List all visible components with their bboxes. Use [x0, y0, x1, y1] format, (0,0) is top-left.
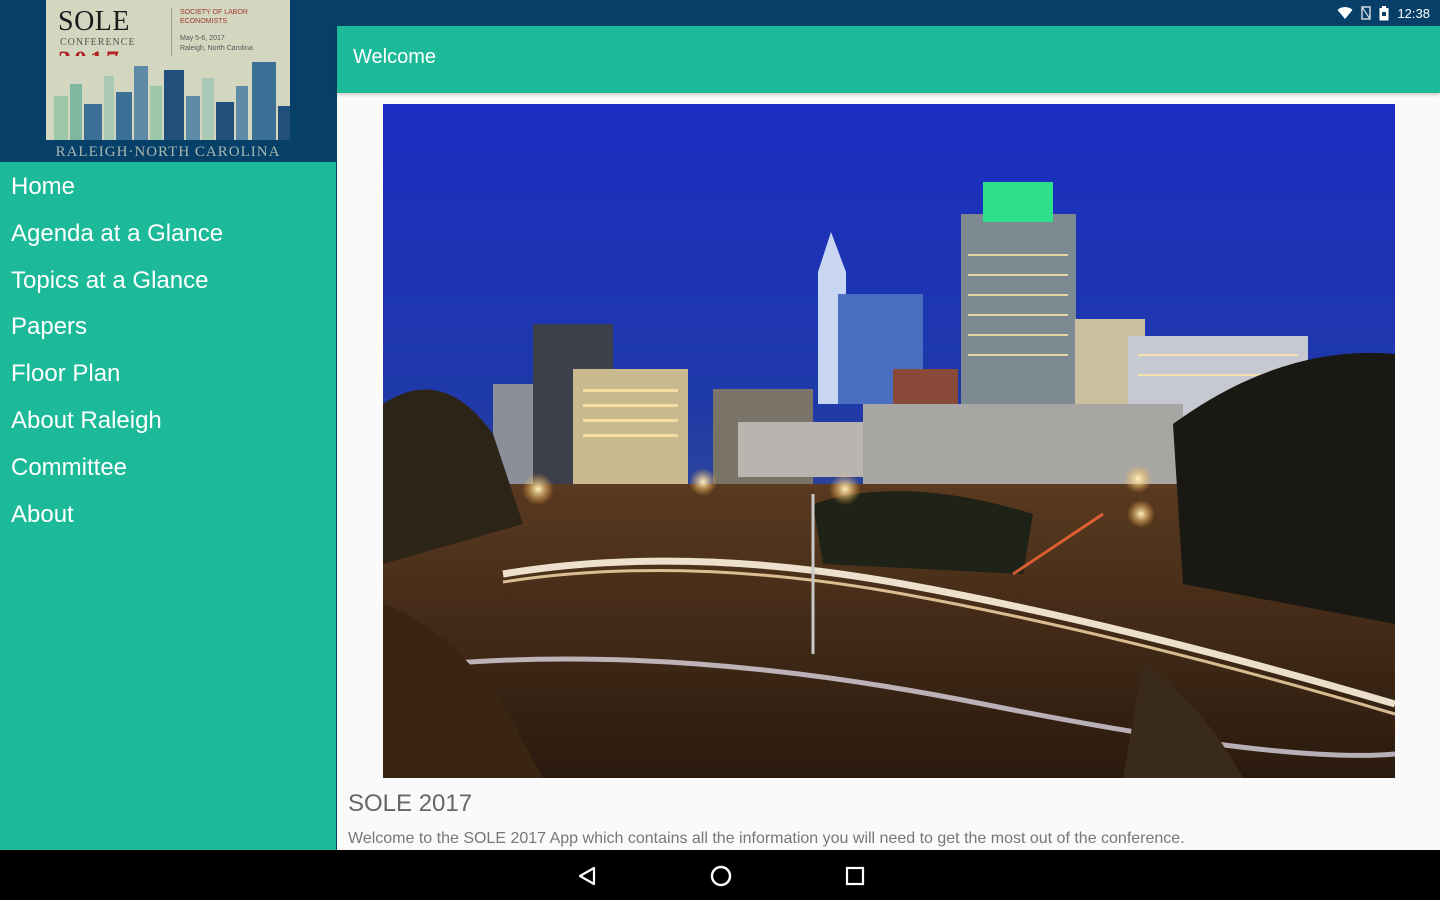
nav-item-floor-plan[interactable]: Floor Plan: [0, 353, 336, 400]
nav-item-about-raleigh[interactable]: About Raleigh: [0, 400, 336, 447]
logo-venue-line: Raleigh, North Carolina: [180, 45, 253, 52]
wifi-icon: [1337, 6, 1353, 20]
page-title: Welcome: [353, 46, 436, 68]
system-nav-bar: [0, 850, 1440, 900]
logo-society: SOCIETY OF LABOR ECONOMISTS: [180, 9, 248, 25]
signal-icon: [1361, 6, 1372, 20]
logo-date-line: May 5-6, 2017: [180, 35, 225, 42]
nav-item-topics[interactable]: Topics at a Glance: [0, 260, 336, 307]
navigation-drawer: SOLE CONFERENCE 2017 SOCIETY OF LABOR EC…: [0, 0, 336, 850]
nav-item-committee[interactable]: Committee: [0, 447, 336, 494]
drawer-header: SOLE CONFERENCE 2017 SOCIETY OF LABOR EC…: [0, 0, 336, 162]
logo-divider: [171, 8, 172, 58]
nav-item-home[interactable]: Home: [0, 166, 336, 213]
back-icon[interactable]: [573, 862, 601, 890]
recents-icon[interactable]: [841, 862, 869, 890]
nav-item-agenda[interactable]: Agenda at a Glance: [0, 213, 336, 260]
conference-logo: SOLE CONFERENCE 2017 SOCIETY OF LABOR EC…: [46, 0, 290, 162]
clock-time: 12:38: [1397, 5, 1430, 21]
home-icon[interactable]: [707, 862, 735, 890]
battery-icon: [1379, 5, 1389, 21]
logo-title: SOLE: [58, 6, 130, 37]
drawer-menu: Home Agenda at a Glance Topics at a Glan…: [0, 166, 336, 540]
logo-city-band: RALEIGH·NORTH CAROLINA: [46, 140, 290, 162]
city-skyline-photo: [383, 104, 1395, 778]
nav-item-papers[interactable]: Papers: [0, 306, 336, 353]
content-title: SOLE 2017: [348, 790, 473, 817]
main-content: Welcome SOLE 2017 Welcome to the SOLE 20…: [337, 26, 1440, 850]
nav-item-about[interactable]: About: [0, 494, 336, 541]
content-description: Welcome to the SOLE 2017 App which conta…: [348, 830, 1185, 847]
logo-dates: May 5-6, 2017 Raleigh, North Carolina: [180, 34, 253, 54]
app-bar: Welcome: [337, 26, 1440, 93]
